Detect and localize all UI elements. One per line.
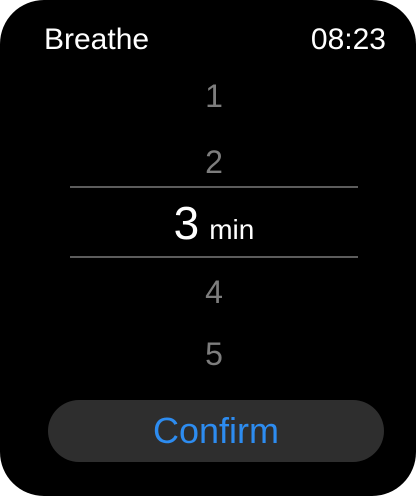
- app-title: Breathe: [44, 23, 150, 56]
- selection-divider-bottom: [70, 256, 358, 258]
- clock: 08:23: [310, 23, 386, 56]
- selection-divider-top: [70, 186, 358, 188]
- picker-option-4[interactable]: 4: [70, 272, 358, 312]
- selected-unit: min: [209, 214, 255, 245]
- watch-screen: Breathe 08:23 1 2 3 min 4 5 Confirm: [0, 0, 416, 496]
- picker-selected[interactable]: 3 min: [70, 196, 358, 250]
- picker-option-5[interactable]: 5: [70, 334, 358, 374]
- duration-picker[interactable]: 1 2 3 min 4 5: [70, 70, 358, 390]
- picker-option-2[interactable]: 2: [70, 142, 358, 182]
- confirm-button[interactable]: Confirm: [48, 400, 384, 462]
- picker-option-1[interactable]: 1: [70, 76, 358, 116]
- selected-value: 3: [173, 197, 200, 249]
